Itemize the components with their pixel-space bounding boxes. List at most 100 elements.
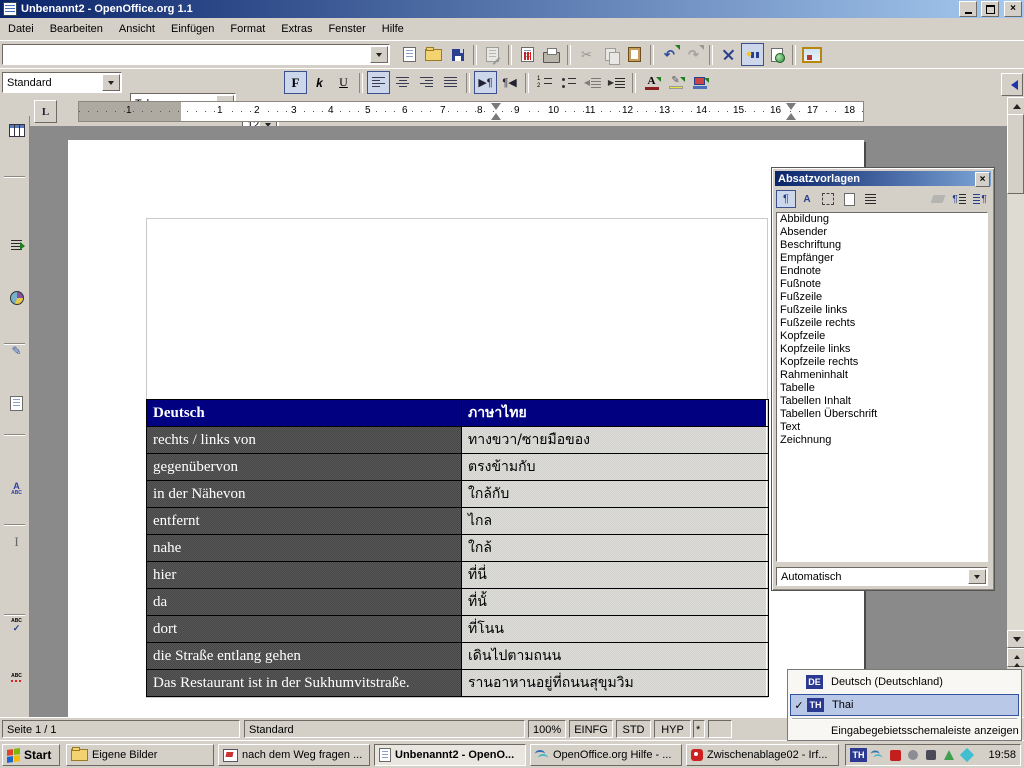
menu-format[interactable]: Format bbox=[222, 20, 273, 38]
task-zwischenablage[interactable]: Zwischenablage02 - Irf... bbox=[686, 744, 839, 766]
print-button[interactable] bbox=[540, 43, 563, 66]
export-pdf-button[interactable] bbox=[516, 43, 539, 66]
title-bar[interactable]: Unbenannt2 - OpenOffice.org 1.1 × bbox=[0, 0, 1024, 18]
new-document-button[interactable] bbox=[398, 43, 421, 66]
table-cell-german[interactable]: entfernt bbox=[147, 508, 462, 534]
stylist-title-bar[interactable]: Absatzvorlagen × bbox=[775, 171, 991, 186]
restore-button[interactable] bbox=[981, 1, 999, 17]
tray-icon-dark[interactable] bbox=[923, 747, 939, 763]
status-insert-mode[interactable]: EINFG bbox=[569, 720, 613, 738]
table-cell-german[interactable]: in der Nähevon bbox=[147, 481, 462, 507]
align-right-button[interactable] bbox=[415, 71, 438, 94]
save-button[interactable] bbox=[446, 43, 469, 66]
fill-format-icon[interactable] bbox=[928, 190, 948, 208]
open-button[interactable] bbox=[422, 43, 445, 66]
underline-button[interactable]: U bbox=[332, 71, 355, 94]
menu-datei[interactable]: Datei bbox=[0, 20, 42, 38]
status-selection-mode[interactable]: STD bbox=[616, 720, 651, 738]
copy-button[interactable] bbox=[599, 43, 622, 66]
new-style-from-selection-icon[interactable]: ¶ bbox=[949, 190, 969, 208]
auto-spellcheck-button[interactable]: ABC bbox=[5, 666, 28, 689]
insert-button[interactable] bbox=[5, 233, 28, 256]
tray-icon-teal[interactable] bbox=[959, 747, 975, 763]
direct-cursor-button[interactable]: I bbox=[5, 530, 28, 553]
task-unbenannt2[interactable]: Unbenannt2 - OpenO... bbox=[374, 744, 526, 766]
menu-hilfe[interactable]: Hilfe bbox=[374, 20, 412, 38]
status-page-style[interactable]: Standard bbox=[244, 720, 525, 738]
style-list-item[interactable]: Beschriftung bbox=[777, 239, 987, 252]
style-list-item[interactable]: Text bbox=[777, 421, 987, 434]
italic-button[interactable]: k bbox=[308, 71, 331, 94]
task-openoffice-hilfe[interactable]: OpenOffice.org Hilfe - ... bbox=[530, 744, 682, 766]
style-list-item[interactable]: Fußzeile bbox=[777, 291, 987, 304]
style-list-item[interactable]: Absender bbox=[777, 226, 987, 239]
insert-object-button[interactable] bbox=[5, 286, 28, 309]
font-color-button[interactable]: A bbox=[640, 71, 663, 94]
style-list-item[interactable]: Rahmeninhalt bbox=[777, 369, 987, 382]
table-cell-german[interactable]: die Straße entlang gehen bbox=[147, 643, 462, 669]
right-indent-marker[interactable] bbox=[786, 113, 796, 120]
menu-fenster[interactable]: Fenster bbox=[320, 20, 373, 38]
style-list-item[interactable]: Endnote bbox=[777, 265, 987, 278]
previous-page-button[interactable] bbox=[1007, 648, 1024, 667]
table-header-thai[interactable]: ภาษาไทย bbox=[462, 400, 766, 426]
insert-table-button[interactable] bbox=[5, 119, 28, 142]
style-dropdown-button[interactable] bbox=[102, 74, 120, 91]
stylist-button[interactable] bbox=[741, 43, 764, 66]
table-cell-german[interactable]: Das Restaurant ist in der Sukhumvitstraß… bbox=[147, 670, 462, 696]
style-list-item[interactable]: Zeichnung bbox=[777, 434, 987, 447]
table-cell-thai[interactable]: เดินไปตามถนน bbox=[462, 643, 766, 669]
tray-clock[interactable]: 19:58 bbox=[988, 749, 1016, 761]
scrollbar-thumb[interactable] bbox=[1007, 114, 1024, 194]
status-zoom[interactable]: 100% bbox=[528, 720, 566, 738]
url-combobox[interactable] bbox=[2, 44, 390, 65]
table-cell-thai[interactable]: ใกล้ bbox=[462, 535, 766, 561]
start-button[interactable]: Start bbox=[2, 744, 60, 766]
task-eigene-bilder[interactable]: Eigene Bilder bbox=[66, 744, 214, 766]
table-cell-german[interactable]: gegenübervon bbox=[147, 454, 462, 480]
align-center-button[interactable] bbox=[391, 71, 414, 94]
language-menu-item-thai[interactable]: ✓ TH Thai bbox=[790, 694, 1019, 716]
tray-language-indicator[interactable]: TH bbox=[850, 748, 867, 762]
vertical-scrollbar[interactable] bbox=[1007, 97, 1024, 717]
tray-icon-red[interactable] bbox=[887, 747, 903, 763]
style-list-item[interactable]: Fußnote bbox=[777, 278, 987, 291]
numbering-styles-icon[interactable] bbox=[860, 190, 880, 208]
table-cell-thai[interactable]: รานอาหานอยู่ที่ถนนสุขุมวิม bbox=[462, 670, 766, 696]
bold-button[interactable]: F bbox=[284, 71, 307, 94]
status-modified[interactable]: * bbox=[693, 720, 705, 738]
background-color-button[interactable] bbox=[688, 71, 711, 94]
table-cell-german[interactable]: dort bbox=[147, 616, 462, 642]
url-dropdown-button[interactable] bbox=[370, 46, 388, 63]
menu-bearbeiten[interactable]: Bearbeiten bbox=[42, 20, 111, 38]
left-to-right-button[interactable]: ▶¶ bbox=[474, 71, 497, 94]
table-cell-thai[interactable]: ที่นี่ bbox=[462, 562, 766, 588]
align-left-button[interactable] bbox=[367, 71, 390, 94]
paragraph-styles-icon[interactable]: ¶ bbox=[776, 190, 796, 208]
indent-marker[interactable] bbox=[491, 103, 501, 110]
style-list-item[interactable]: Tabellen Inhalt bbox=[777, 395, 987, 408]
tray-icon-green[interactable] bbox=[941, 747, 957, 763]
hyperlink-dialog-button[interactable] bbox=[765, 43, 788, 66]
menu-ansicht[interactable]: Ansicht bbox=[111, 20, 163, 38]
table-cell-german[interactable]: hier bbox=[147, 562, 462, 588]
table-cell-german[interactable]: rechts / links von bbox=[147, 427, 462, 453]
right-indent-marker[interactable] bbox=[786, 103, 796, 110]
status-page[interactable]: Seite 1 / 1 bbox=[2, 720, 240, 738]
navigator-button[interactable] bbox=[717, 43, 740, 66]
style-list-item[interactable]: Kopfzeile links bbox=[777, 343, 987, 356]
task-weg-fragen[interactable]: nach dem Weg fragen ... bbox=[218, 744, 370, 766]
style-list-item[interactable]: Fußzeile links bbox=[777, 304, 987, 317]
update-style-icon[interactable]: ¶ bbox=[970, 190, 990, 208]
tray-openoffice-icon[interactable] bbox=[869, 747, 885, 763]
gallery-button[interactable] bbox=[800, 43, 823, 66]
style-filter-combobox[interactable]: Automatisch bbox=[776, 567, 988, 586]
decrease-indent-button[interactable]: ◀ bbox=[581, 71, 604, 94]
horizontal-ruler[interactable]: 1 1 2 3 4 5 6 7 8 9 10 11 12 13 14 15 16… bbox=[78, 101, 864, 122]
scroll-down-button[interactable] bbox=[1007, 630, 1024, 648]
right-to-left-button[interactable]: ¶◀ bbox=[498, 71, 521, 94]
paste-button[interactable] bbox=[623, 43, 646, 66]
style-list-item[interactable]: Kopfzeile rechts bbox=[777, 356, 987, 369]
table-cell-thai[interactable]: ตรงข้ามกับ bbox=[462, 454, 766, 480]
frame-styles-icon[interactable] bbox=[818, 190, 838, 208]
